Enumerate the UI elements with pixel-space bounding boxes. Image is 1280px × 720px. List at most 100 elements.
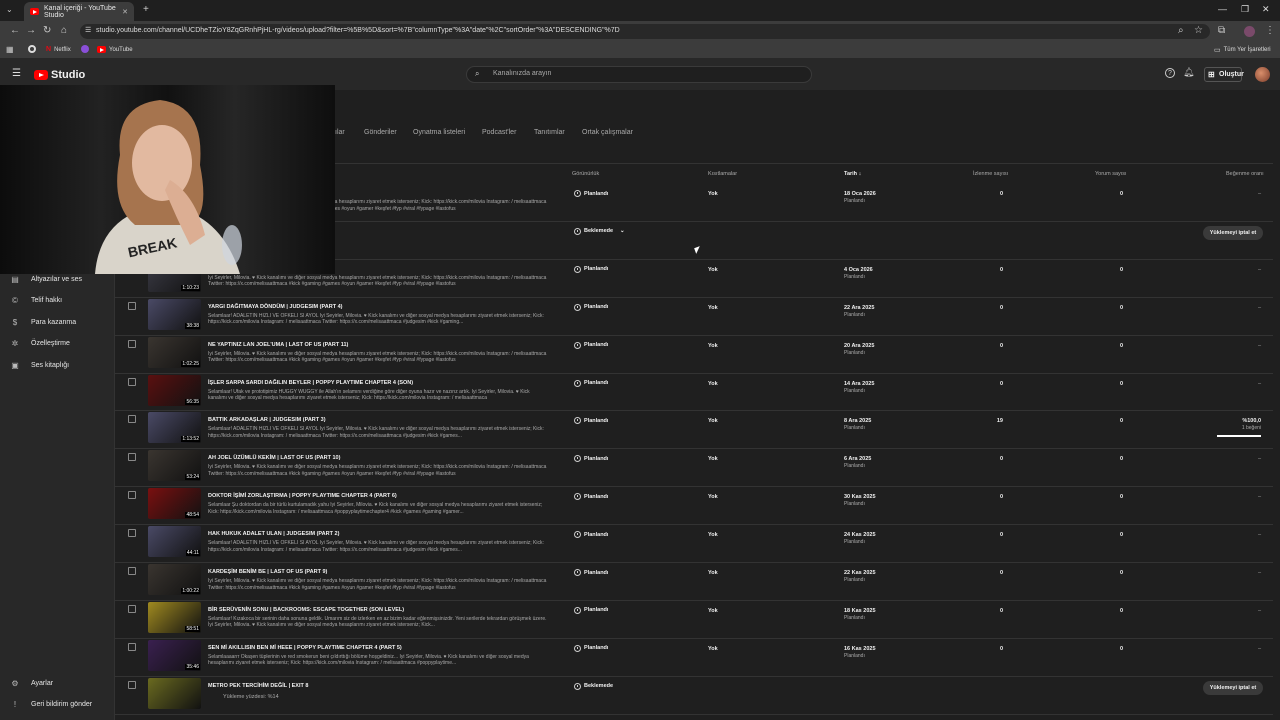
tab-collaborations[interactable]: Ortak çalışmalar bbox=[582, 129, 633, 136]
visibility-status[interactable]: Planlandı bbox=[574, 417, 608, 425]
cancel-upload-button[interactable]: Yüklemeyi iptal et bbox=[1203, 225, 1263, 240]
channel-search-input[interactable]: ⌕ Kanalınızda arayın bbox=[466, 66, 812, 83]
forward-icon[interactable]: → bbox=[26, 25, 36, 36]
all-bookmarks[interactable]: ▭ Tüm Yer İşaretleri bbox=[1214, 46, 1271, 54]
visibility-status[interactable]: Planlandı bbox=[574, 644, 608, 652]
visibility-status[interactable]: Beklemede ⌄ bbox=[574, 227, 625, 235]
video-thumbnail[interactable] bbox=[148, 677, 201, 709]
video-thumbnail[interactable]: 53:24 bbox=[148, 450, 201, 482]
table-row[interactable]: 1:13:52 BATTIK ARKADAŞLAR | JUDGESIM (PAR… bbox=[115, 411, 1273, 449]
video-title[interactable]: NE YAPTINIZ LAN JOEL'UMA | LAST OF US (P… bbox=[208, 342, 348, 348]
row-checkbox[interactable] bbox=[128, 415, 136, 424]
row-checkbox[interactable] bbox=[128, 491, 136, 500]
video-title[interactable]: BATTIK ARKADAŞLAR | JUDGESIM (PART 3) bbox=[208, 417, 326, 423]
video-thumbnail[interactable]: 1:02:25 bbox=[148, 336, 201, 368]
video-title[interactable]: AH JOEL ÜZÜMLÜ KEKİM | LAST OF US (PART … bbox=[208, 455, 340, 461]
video-title[interactable]: HAK HUKUK ADALET ULAN | JUDGESIM (PART 2… bbox=[208, 531, 339, 537]
row-checkbox[interactable] bbox=[128, 567, 136, 575]
table-row[interactable]: METRO PEK TERCİHİM DEĞİL | EXIT 8 Yükleme… bbox=[115, 677, 1273, 715]
tab-promotions[interactable]: Tanıtımlar bbox=[534, 129, 565, 136]
visibility-status[interactable]: Planlandı bbox=[574, 341, 608, 349]
row-checkbox[interactable] bbox=[128, 453, 136, 462]
table-row[interactable]: 53:24 AH JOEL ÜZÜMLÜ KEKİM | LAST OF US (… bbox=[115, 449, 1273, 487]
column-header-views[interactable]: İzlenme sayısı bbox=[973, 171, 1008, 177]
sidebar-item-feedback[interactable]: ! Geri bildirim gönder bbox=[10, 700, 92, 709]
studio-logo[interactable]: Studio bbox=[34, 69, 85, 81]
sidebar-item-monetization[interactable]: $ Para kazanma bbox=[10, 318, 76, 327]
table-row[interactable]: 48:54 DOKTOR İŞİMİ ZORLAŞTIRMA | POPPY PL… bbox=[115, 487, 1273, 525]
video-title[interactable]: KARDEŞİM BENİM BE | LAST OF US (PART 9) bbox=[208, 569, 327, 575]
hamburger-menu-icon[interactable]: ☰ bbox=[12, 68, 21, 79]
back-icon[interactable]: ← bbox=[10, 25, 20, 36]
video-thumbnail[interactable]: 56:35 bbox=[148, 374, 201, 406]
video-thumbnail[interactable]: 1:00:22 bbox=[148, 564, 201, 595]
video-thumbnail[interactable]: 38:38 bbox=[148, 298, 201, 330]
close-window-icon[interactable]: ✕ bbox=[1262, 4, 1270, 15]
row-checkbox[interactable] bbox=[128, 377, 136, 386]
visibility-status[interactable]: Planlandı bbox=[574, 190, 608, 197]
google-icon[interactable] bbox=[28, 45, 36, 53]
bookmark-netflix[interactable]: N Netflix bbox=[46, 46, 71, 53]
sidebar-item-subtitles[interactable]: ▤ Altyazılar ve ses bbox=[10, 275, 82, 284]
visibility-status[interactable]: Planlandı bbox=[574, 303, 608, 311]
site-info-icon[interactable]: ☰ bbox=[85, 26, 91, 34]
tab-playlists[interactable]: Oynatma listeleri bbox=[413, 129, 465, 136]
visibility-status[interactable]: Planlandı bbox=[574, 265, 608, 273]
extension-icon[interactable] bbox=[81, 45, 89, 53]
browser-menu-icon[interactable]: ⋮ bbox=[1265, 25, 1275, 36]
video-thumbnail[interactable]: 44:11 bbox=[148, 526, 201, 558]
visibility-status[interactable]: Beklemede bbox=[574, 682, 613, 690]
extensions-icon[interactable]: ⧉ bbox=[1218, 25, 1225, 36]
bookmark-star-icon[interactable]: ☆ bbox=[1194, 25, 1203, 36]
channel-avatar[interactable] bbox=[1255, 67, 1270, 82]
row-checkbox[interactable] bbox=[128, 339, 136, 348]
column-header-date[interactable]: Tarih ↓ bbox=[844, 171, 861, 177]
visibility-status[interactable]: Planlandı bbox=[574, 606, 608, 614]
minimize-icon[interactable]: — bbox=[1218, 4, 1227, 14]
tab-list-icon[interactable]: ⌄ bbox=[6, 5, 13, 14]
create-button[interactable]: ⊞ Oluştur bbox=[1204, 67, 1244, 82]
row-checkbox[interactable] bbox=[128, 604, 136, 613]
visibility-status[interactable]: Planlandı bbox=[574, 455, 608, 463]
column-header-comments[interactable]: Yorum sayısı bbox=[1095, 171, 1127, 177]
video-title[interactable]: DOKTOR İŞİMİ ZORLAŞTIRMA | POPPY PLAYTIM… bbox=[208, 493, 397, 499]
video-title[interactable]: YARGI DAĞITMAYA DÖNDÜM | JUDGESIM (PART … bbox=[208, 304, 342, 310]
bookmark-youtube[interactable]: YouTube bbox=[97, 46, 133, 53]
video-thumbnail[interactable]: 1:13:52 bbox=[148, 412, 201, 444]
sidebar-item-customization[interactable]: ✲ Özelleştirme bbox=[10, 339, 70, 348]
help-icon[interactable]: ? bbox=[1165, 68, 1175, 78]
url-field[interactable]: ☰ studio.youtube.com/channel/UCDheTZioY8… bbox=[80, 24, 1210, 39]
video-thumbnail[interactable]: 58:51 bbox=[148, 601, 201, 633]
sidebar-item-audio-library[interactable]: ▣ Ses kitaplığı bbox=[10, 361, 69, 370]
video-title[interactable]: SEN Mİ AKILLISIN BEN Mİ HEEE | POPPY PLA… bbox=[208, 645, 402, 651]
video-title[interactable]: BİR SERÜVENİN SONU | BACKROOMS: ESCAPE T… bbox=[208, 607, 404, 613]
notifications-icon[interactable]: 🔔︎ bbox=[1183, 67, 1194, 78]
row-checkbox[interactable] bbox=[128, 301, 136, 310]
table-row[interactable]: 35:46 SEN Mİ AKILLISIN BEN Mİ HEEE | POPP… bbox=[115, 639, 1273, 677]
visibility-status[interactable]: Planlandı bbox=[574, 493, 608, 501]
visibility-status[interactable]: Planlandı bbox=[574, 531, 608, 539]
video-thumbnail[interactable]: 48:54 bbox=[148, 488, 201, 520]
video-thumbnail[interactable]: 35:46 bbox=[148, 639, 201, 671]
row-checkbox[interactable] bbox=[128, 529, 136, 538]
browser-tab[interactable]: Kanal içeriği - YouTube Studio ✕ bbox=[24, 2, 134, 21]
profile-icon[interactable] bbox=[1244, 26, 1255, 37]
visibility-status[interactable]: Planlandı bbox=[574, 569, 608, 576]
reload-icon[interactable]: ↻ bbox=[43, 25, 51, 36]
home-icon[interactable]: ⌂ bbox=[61, 25, 67, 36]
table-row[interactable]: 58:51 BİR SERÜVENİN SONU | BACKROOMS: ESC… bbox=[115, 601, 1273, 639]
sidebar-item-copyright[interactable]: © Telif hakkı bbox=[10, 296, 62, 305]
sidebar-item-settings[interactable]: ⚙ Ayarlar bbox=[10, 679, 53, 688]
video-title[interactable]: İŞLER SARPA SARDI DAĞILIN BEYLER | POPPY… bbox=[208, 380, 413, 386]
table-row[interactable]: 1:02:25 NE YAPTINIZ LAN JOEL'UMA | LAST O… bbox=[115, 336, 1273, 374]
video-title[interactable]: METRO PEK TERCİHİM DEĞİL | EXIT 8 bbox=[208, 683, 308, 689]
row-checkbox[interactable] bbox=[128, 680, 136, 689]
apps-icon[interactable]: ▦ bbox=[6, 45, 14, 54]
tab-live[interactable]: ılar bbox=[335, 129, 345, 136]
zoom-icon[interactable]: ⌕ bbox=[1178, 25, 1184, 36]
new-tab-icon[interactable]: + bbox=[143, 4, 149, 15]
table-row[interactable]: 56:35 İŞLER SARPA SARDI DAĞILIN BEYLER | … bbox=[115, 374, 1273, 412]
table-row[interactable]: 44:11 HAK HUKUK ADALET ULAN | JUDGESIM (P… bbox=[115, 525, 1273, 563]
tab-podcasts[interactable]: Podcast'ler bbox=[482, 129, 516, 136]
table-row[interactable]: 1:00:22 KARDEŞİM BENİM BE | LAST OF US (P… bbox=[115, 563, 1273, 601]
